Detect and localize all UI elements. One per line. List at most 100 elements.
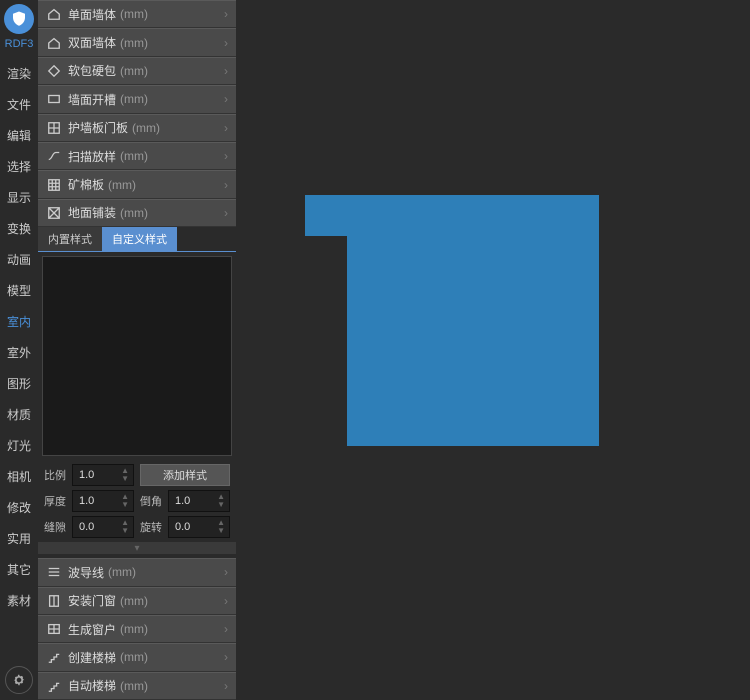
style-preview[interactable]: [42, 256, 232, 456]
floor-paving-panel: 内置样式 自定义样式 比例 1.0▲▼ 添加样式 厚度 1.0▲▼ 倒角 1.0…: [38, 227, 236, 558]
accordion-wall-groove[interactable]: 墙面开槽 (mm) ›: [38, 85, 236, 113]
unit-label: (mm): [120, 64, 148, 78]
chamfer-input[interactable]: 1.0▲▼: [168, 490, 230, 512]
nav-model[interactable]: 模型: [0, 275, 38, 306]
nav-shape[interactable]: 图形: [0, 368, 38, 399]
nav-light[interactable]: 灯光: [0, 430, 38, 461]
window2-icon: [46, 621, 62, 637]
accordion-label: 矿棉板: [68, 176, 104, 193]
nav-assets[interactable]: 素材: [0, 585, 38, 616]
accordion-label: 软包硬包: [68, 62, 116, 79]
accordion-create-stairs[interactable]: 创建楼梯 (mm) ›: [38, 643, 236, 671]
stairs-icon: [46, 649, 62, 665]
sidebar-left: RDF3 渲染 文件 编辑 选择 显示 变换 动画 模型 室内 室外 图形 材质…: [0, 0, 38, 700]
unit-label: (mm): [120, 650, 148, 664]
unit-label: (mm): [120, 7, 148, 21]
chevron-right-icon: ›: [224, 121, 228, 135]
accordion-double-wall[interactable]: 双面墙体 (mm) ›: [38, 28, 236, 56]
unit-label: (mm): [120, 92, 148, 106]
accordion-softpack[interactable]: 软包硬包 (mm) ›: [38, 57, 236, 85]
tile-icon: [46, 205, 62, 221]
grid-icon: [46, 120, 62, 136]
house-icon: [46, 35, 62, 51]
accordion-mineral-board[interactable]: 矿棉板 (mm) ›: [38, 170, 236, 198]
chevron-right-icon: ›: [224, 149, 228, 163]
viewport-shape: [305, 195, 347, 236]
chamfer-label: 倒角: [140, 493, 162, 509]
nav-select[interactable]: 选择: [0, 151, 38, 182]
nav-modify[interactable]: 修改: [0, 492, 38, 523]
chevron-right-icon: ›: [224, 178, 228, 192]
chevron-right-icon: ›: [224, 594, 228, 608]
chevron-right-icon: ›: [224, 650, 228, 664]
chevron-right-icon: ›: [224, 64, 228, 78]
accordion-floor-paving[interactable]: 地面铺装 (mm) ›: [38, 199, 236, 227]
nav-exterior[interactable]: 室外: [0, 337, 38, 368]
rotate-label: 旋转: [140, 519, 162, 535]
accordion-label: 安装门窗: [68, 592, 116, 609]
rotate-input[interactable]: 0.0▲▼: [168, 516, 230, 538]
nav-utility[interactable]: 实用: [0, 523, 38, 554]
nav-interior[interactable]: 室内: [0, 306, 38, 337]
nav-edit[interactable]: 编辑: [0, 120, 38, 151]
chevron-right-icon: ›: [224, 7, 228, 21]
collapse-handle[interactable]: ▾: [38, 542, 236, 554]
accordion-label: 护墙板门板: [68, 119, 128, 136]
nav-other[interactable]: 其它: [0, 554, 38, 585]
viewport-3d[interactable]: [236, 0, 750, 700]
gear-icon: [12, 673, 26, 687]
unit-label: (mm): [120, 679, 148, 693]
viewport-shape: [347, 195, 599, 446]
stepper-arrows-icon[interactable]: ▲▼: [121, 519, 129, 535]
chevron-right-icon: ›: [224, 36, 228, 50]
scale-input[interactable]: 1.0▲▼: [72, 464, 134, 486]
stepper-arrows-icon[interactable]: ▲▼: [121, 493, 129, 509]
chevron-right-icon: ›: [224, 565, 228, 579]
settings-button[interactable]: [5, 666, 33, 694]
accordion-waveguide[interactable]: 波导线 (mm) ›: [38, 558, 236, 586]
scale-label: 比例: [44, 467, 66, 483]
accordion-label: 扫描放样: [68, 148, 116, 165]
accordion-auto-stairs[interactable]: 自动楼梯 (mm) ›: [38, 672, 236, 700]
property-grid: 比例 1.0▲▼ 添加样式 厚度 1.0▲▼ 倒角 1.0▲▼ 缝隙 0.0▲▼…: [38, 460, 236, 542]
chevron-right-icon: ›: [224, 206, 228, 220]
accordion-single-wall[interactable]: 单面墙体 (mm) ›: [38, 0, 236, 28]
accordion-label: 生成窗户: [68, 621, 116, 638]
app-logo: [4, 4, 34, 34]
accordion-wainscot[interactable]: 护墙板门板 (mm) ›: [38, 114, 236, 142]
stepper-arrows-icon[interactable]: ▲▼: [121, 467, 129, 483]
chevron-right-icon: ›: [224, 92, 228, 106]
accordion-generate-window[interactable]: 生成窗户 (mm) ›: [38, 615, 236, 643]
add-style-button[interactable]: 添加样式: [140, 464, 230, 486]
accordion-sweep[interactable]: 扫描放样 (mm) ›: [38, 142, 236, 170]
unit-label: (mm): [120, 149, 148, 163]
unit-label: (mm): [120, 622, 148, 636]
unit-label: (mm): [120, 594, 148, 608]
accordion-install-doorwindow[interactable]: 安装门窗 (mm) ›: [38, 587, 236, 615]
grid4-icon: [46, 177, 62, 193]
accordion-label: 双面墙体: [68, 34, 116, 51]
unit-label: (mm): [132, 121, 160, 135]
tab-custom-style[interactable]: 自定义样式: [102, 227, 177, 251]
nav-material[interactable]: 材质: [0, 399, 38, 430]
nav-camera[interactable]: 相机: [0, 461, 38, 492]
thickness-input[interactable]: 1.0▲▼: [72, 490, 134, 512]
path-icon: [46, 148, 62, 164]
nav-animation[interactable]: 动画: [0, 244, 38, 275]
stepper-arrows-icon[interactable]: ▲▼: [217, 493, 225, 509]
nav-file[interactable]: 文件: [0, 89, 38, 120]
stepper-arrows-icon[interactable]: ▲▼: [217, 519, 225, 535]
nav-transform[interactable]: 变换: [0, 213, 38, 244]
app-name: RDF3: [5, 38, 34, 50]
accordion-label: 自动楼梯: [68, 677, 116, 694]
house-icon: [46, 6, 62, 22]
unit-label: (mm): [108, 178, 136, 192]
chevron-right-icon: ›: [224, 622, 228, 636]
tab-builtin-style[interactable]: 内置样式: [38, 227, 102, 251]
gap-input[interactable]: 0.0▲▼: [72, 516, 134, 538]
style-tabbar: 内置样式 自定义样式: [38, 227, 236, 252]
unit-label: (mm): [120, 36, 148, 50]
accordion-label: 单面墙体: [68, 6, 116, 23]
nav-render[interactable]: 渲染: [0, 58, 38, 89]
nav-display[interactable]: 显示: [0, 182, 38, 213]
